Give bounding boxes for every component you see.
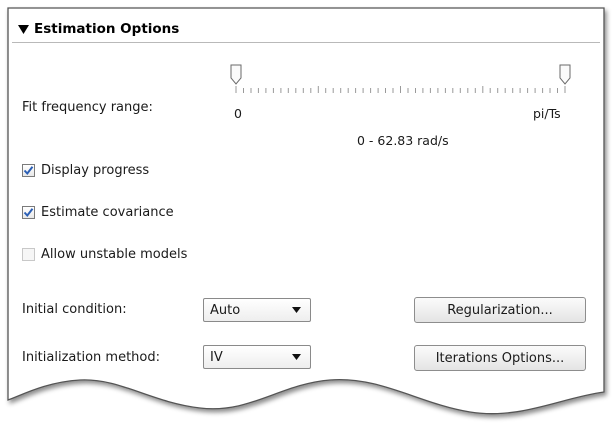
initialization-method-value: IV: [210, 349, 223, 365]
section-header-estimation-options[interactable]: Estimation Options: [18, 21, 179, 37]
initialization-method-label: Initialization method:: [22, 350, 160, 365]
display-progress-checkbox[interactable]: Display progress: [22, 163, 149, 178]
initial-condition-label: Initial condition:: [22, 302, 127, 317]
initial-condition-dropdown[interactable]: Auto: [203, 298, 311, 322]
allow-unstable-models-checkbox[interactable]: Allow unstable models: [22, 247, 187, 262]
chevron-down-icon: [292, 354, 301, 360]
triangle-down-icon: [18, 24, 29, 34]
slider-max-label: pi/Ts: [533, 106, 561, 121]
regularization-button[interactable]: Regularization...: [414, 297, 586, 323]
chevron-down-icon: [292, 307, 301, 313]
section-title: Estimation Options: [34, 21, 180, 37]
checkbox-box[interactable]: [22, 164, 35, 177]
checkbox-box[interactable]: [22, 206, 35, 219]
iterations-options-button[interactable]: Iterations Options...: [414, 345, 586, 371]
checkmark-icon: [23, 208, 34, 218]
slider-low-thumb[interactable]: [230, 64, 242, 85]
checkbox-box[interactable]: [22, 248, 35, 261]
slider-ticks: [235, 86, 566, 93]
display-progress-label: Display progress: [41, 163, 150, 178]
fit-frequency-range-slider[interactable]: [228, 63, 578, 97]
checkmark-icon: [23, 166, 34, 176]
frequency-range-readout: 0 - 62.83 rad/s: [357, 133, 449, 148]
initialization-method-dropdown[interactable]: IV: [203, 345, 311, 369]
estimate-covariance-checkbox[interactable]: Estimate covariance: [22, 205, 174, 220]
initial-condition-value: Auto: [210, 302, 241, 318]
fit-frequency-range-label: Fit frequency range:: [22, 100, 153, 115]
header-divider: [12, 42, 600, 43]
slider-graphic: [230, 64, 571, 93]
slider-min-label: 0: [234, 106, 242, 121]
slider-high-thumb[interactable]: [559, 64, 571, 85]
allow-unstable-models-label: Allow unstable models: [41, 247, 188, 262]
estimate-covariance-label: Estimate covariance: [41, 205, 174, 220]
estimation-options-panel: Estimation Options Fit frequency range: …: [0, 0, 616, 426]
